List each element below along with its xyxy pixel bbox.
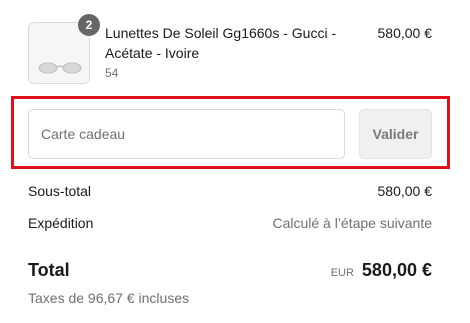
shipping-value: Calculé à l’étape suivante <box>272 215 432 231</box>
total-label: Total <box>28 260 70 280</box>
total-value: 580,00 € <box>361 260 432 280</box>
total-row: Total EUR 580,00 € <box>28 258 432 282</box>
apply-gift-card-button[interactable]: Valider <box>359 109 432 159</box>
product-name: Lunettes De Soleil Gg1660s - Gucci - Acé… <box>105 25 337 61</box>
product-thumbnail: 2 <box>28 14 100 84</box>
shipping-label: Expédition <box>28 215 94 231</box>
product-variant: 54 <box>105 66 119 80</box>
quantity-badge: 2 <box>78 14 100 36</box>
gift-card-input[interactable] <box>28 109 345 159</box>
cart-line-item: 2 Lunettes De Soleil Gg1660s - Gucci - A… <box>28 14 433 86</box>
taxes-note: Taxes de 96,67 € incluses <box>28 290 190 306</box>
currency-code: EUR <box>330 267 354 279</box>
subtotal-label: Sous-total <box>28 183 92 199</box>
subtotal-value: 580,00 € <box>377 183 433 199</box>
product-price: 580,00 € <box>377 25 433 41</box>
total-amount: EUR 580,00 € <box>331 260 432 281</box>
